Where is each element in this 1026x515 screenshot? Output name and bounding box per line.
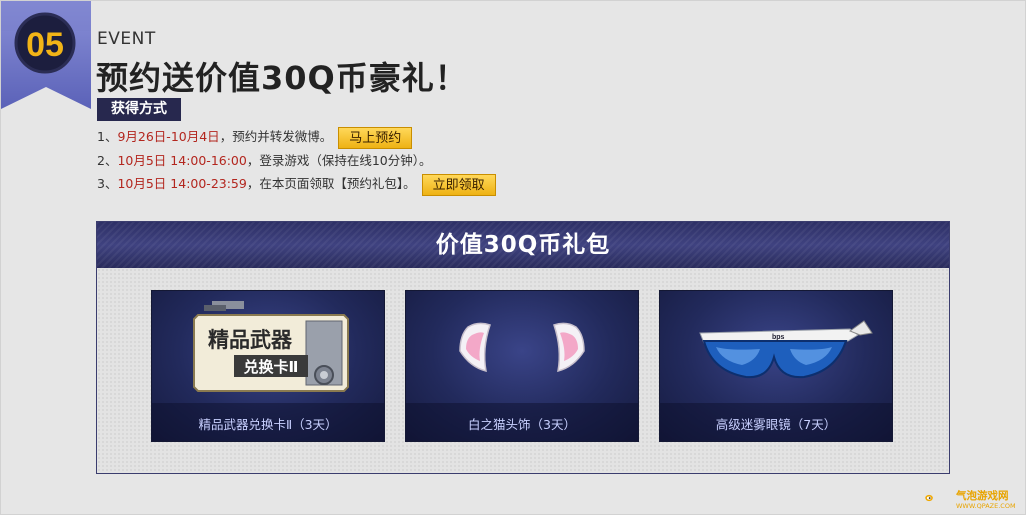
gift-item-name: 精品武器兑换卡Ⅱ（3天） [198, 417, 338, 432]
ribbon-badge: 05 [1, 1, 91, 109]
page-title: 预约送价值30Q币豪礼！ [96, 59, 468, 97]
claim-button[interactable]: 立即领取 [421, 173, 496, 196]
weapon-card-icon: 精品武器 兑换卡Ⅱ [193, 301, 349, 392]
gift-item-cat-ears[interactable]: 白之猫头饰（3天） [405, 290, 639, 442]
step-2: 2、10月5日 14:00-16:00，登录游戏（保持在线10分钟）。 [97, 150, 432, 172]
gift-item-name: 高级迷雾眼镜（7天） [715, 417, 837, 432]
step-prefix: 1、 [97, 129, 118, 144]
cat-ears-icon [459, 322, 585, 373]
step-text: ，预约并转发微博。 [219, 129, 333, 144]
step-text: ，在本页面领取【预约礼包】。 [246, 176, 416, 191]
step-text: ，登录游戏（保持在线10分钟）。 [246, 153, 432, 168]
goggles-icon: bps [699, 320, 873, 379]
watermark-text: 气泡游戏网 [956, 490, 1009, 502]
gift-title: 价值30Q币礼包 [435, 232, 611, 258]
reserve-button[interactable]: 马上预约 [338, 126, 413, 149]
method-tag: 获得方式 [97, 98, 181, 121]
svg-text:bps: bps [772, 334, 785, 341]
event-label: EVENT [97, 29, 156, 49]
gift-item-weapon-card[interactable]: 精品武器 兑换卡Ⅱ 精品武器兑换卡Ⅱ（3天） [151, 290, 385, 442]
gift-item-name: 白之猫头饰（3天） [468, 417, 576, 432]
event-panel: 05 EVENT 预约送价值30Q币豪礼！ 获得方式 1、9月26日-10月4日… [0, 0, 1026, 515]
card-art-line1: 精品武器 [208, 328, 293, 352]
step-date: 9月26日-10月4日 [117, 129, 220, 144]
step-prefix: 3、 [97, 176, 118, 191]
step-date: 10月5日 14:00-23:59 [117, 176, 247, 191]
step-prefix: 2、 [97, 153, 118, 168]
badge-number: 05 [26, 26, 64, 64]
gift-package-box: 价值30Q币礼包 精品武器 兑换卡Ⅱ 精品武器兑换卡Ⅱ（3天） 白之猫头饰（3天… [96, 221, 950, 474]
watermark-url: WWW.QPAZE.COM [956, 502, 1016, 510]
gift-item-goggles[interactable]: bps 高级迷雾眼镜（7天） [659, 290, 893, 442]
step-1: 1、9月26日-10月4日，预约并转发微博。 马上预约 [97, 126, 413, 149]
step-date: 10月5日 14:00-16:00 [117, 153, 247, 168]
step-3: 3、10月5日 14:00-23:59，在本页面领取【预约礼包】。 立即领取 [97, 173, 496, 196]
card-art-line2: 兑换卡Ⅱ [244, 358, 299, 376]
watermark-logo [925, 494, 933, 502]
